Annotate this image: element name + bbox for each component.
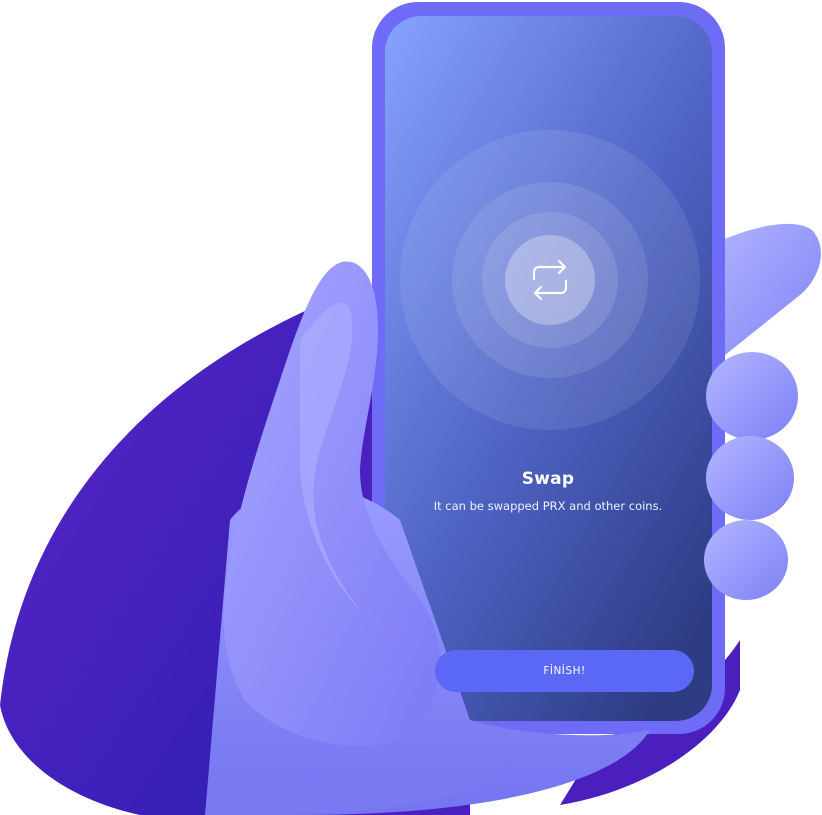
screen-title: Swap bbox=[521, 469, 575, 489]
pulse-rings bbox=[400, 130, 700, 430]
finger-2 bbox=[706, 436, 794, 520]
swap-arrows-icon bbox=[532, 259, 568, 301]
finger-3 bbox=[704, 520, 788, 600]
screen-subtitle: It can be swapped PRX and other coins. bbox=[433, 499, 663, 513]
swap-icon-circle bbox=[505, 235, 595, 325]
finger-1 bbox=[706, 352, 798, 440]
illustration-stage: Swap It can be swapped PRX and other coi… bbox=[0, 0, 822, 815]
app-screen: Swap It can be swapped PRX and other coi… bbox=[385, 18, 711, 718]
finish-button[interactable]: FİNİSH! bbox=[435, 650, 694, 692]
